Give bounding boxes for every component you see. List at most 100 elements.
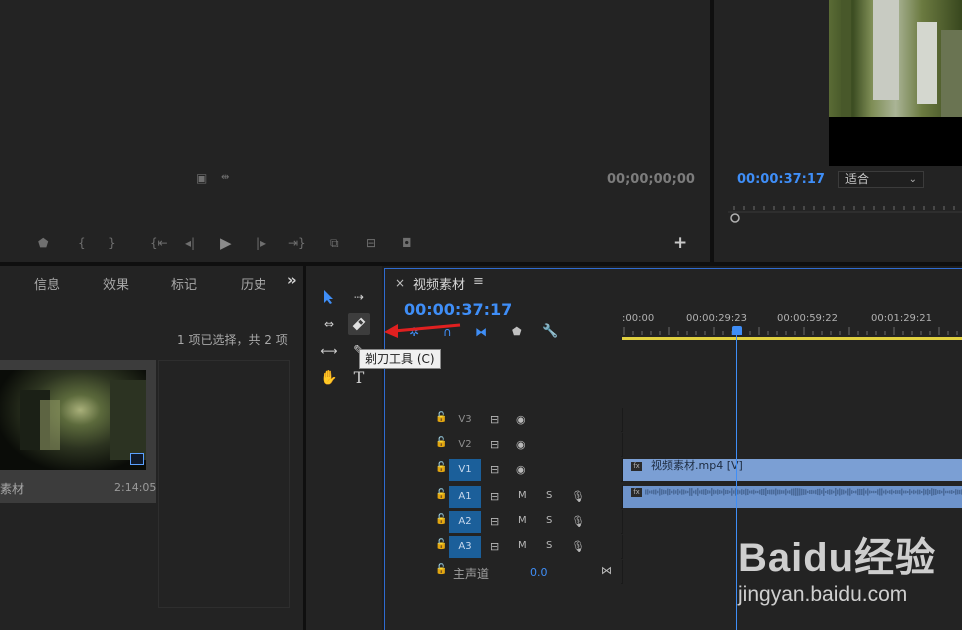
go-to-out-icon[interactable]: ⇥} (288, 236, 306, 250)
sync-lock-icon[interactable]: ⊟ (490, 438, 499, 451)
chevron-down-icon: ⌄ (908, 174, 917, 185)
watermark-sub: jingyan.baidu.com (738, 583, 908, 606)
timeline-timecode[interactable]: 00:00:37:17 (404, 300, 512, 319)
eye-icon[interactable]: ◉ (516, 463, 526, 476)
track-label[interactable]: V1 (449, 459, 481, 481)
lock-icon[interactable]: 🔓 (435, 515, 447, 525)
panel-overflow-button[interactable]: » (287, 271, 297, 289)
solo-button[interactable]: S (546, 490, 552, 501)
tab-effects[interactable]: 效果 (103, 274, 129, 293)
lock-icon[interactable]: 🔓 (435, 565, 447, 575)
mute-button[interactable]: M (518, 490, 527, 501)
microphone-icon[interactable]: 🎙 (571, 540, 585, 553)
source-monitor-panel: ▣ ⇹ 00;00;00;00 ⬟ { } {⇤ ◂| ▶ |▸ ⇥} ⧉ ⊟ … (0, 0, 710, 262)
program-monitor-panel: 00:00:37:17 适合 ⌄ (714, 0, 962, 262)
add-button[interactable]: + (673, 233, 687, 253)
tab-markers[interactable]: 标记 (171, 274, 197, 293)
bin-area[interactable] (158, 360, 290, 608)
program-timecode[interactable]: 00:00:37:17 (737, 172, 825, 187)
hand-tool[interactable]: ✋ (318, 367, 340, 389)
microphone-icon[interactable]: 🎙 (571, 515, 585, 528)
mark-out-icon[interactable]: } (108, 236, 116, 250)
mute-button[interactable]: M (518, 540, 527, 551)
lock-icon[interactable]: 🔓 (435, 490, 447, 500)
sync-lock-icon[interactable]: ⊟ (490, 540, 499, 553)
tab-history[interactable]: 历史 (241, 274, 265, 293)
track-lane[interactable] (622, 433, 962, 457)
track-lane[interactable] (622, 408, 962, 432)
step-forward-icon[interactable]: |▸ (256, 236, 266, 250)
track-header[interactable]: 🔓 A1 ⊟ M S 🎙 (385, 485, 621, 509)
solo-button[interactable]: S (546, 515, 552, 526)
add-marker-icon[interactable]: ⬟ (512, 325, 522, 338)
linked-selection-icon[interactable]: ⧓ (475, 325, 487, 339)
video-clip[interactable]: fx 视频素材.mp4 [V] (623, 459, 962, 481)
clip-duration: 2:14:05 (114, 481, 157, 494)
insert-clip-icon[interactable]: ⧉ (330, 236, 339, 251)
track-header[interactable]: 🔓 V1 ⊟ ◉ (385, 458, 621, 482)
selection-tool[interactable] (318, 286, 340, 308)
sync-lock-icon[interactable]: ⊟ (490, 413, 499, 426)
lock-icon[interactable]: 🔓 (435, 438, 447, 448)
tools-panel: ⇢ ⇔ ⟷ ✎ ✋ T (306, 266, 382, 630)
time-ruler[interactable]: :00:00 00:00:29:23 00:00:59:22 00:01:29:… (622, 305, 962, 341)
track-lane[interactable]: fx 视频素材.mp4 [V] (622, 458, 962, 482)
clip-thumbnail-card[interactable]: 素材 2:14:05 (0, 360, 156, 503)
sync-lock-icon[interactable]: ⊟ (490, 490, 499, 503)
wrench-icon[interactable]: 🔧 (542, 324, 558, 339)
track-label[interactable]: A2 (449, 511, 481, 533)
track-label[interactable]: A1 (449, 486, 481, 508)
sync-lock-icon[interactable]: ⊟ (490, 515, 499, 528)
program-scrub-ruler[interactable] (728, 198, 962, 228)
fit-dropdown[interactable]: 适合 ⌄ (838, 171, 924, 188)
track-label[interactable]: V3 (449, 409, 481, 431)
mark-in-icon[interactable]: { (78, 236, 86, 250)
track-header-spacer (385, 383, 621, 407)
close-icon[interactable]: × (395, 276, 405, 290)
audio-clip[interactable]: fx (623, 486, 962, 508)
audio-waveform (645, 488, 962, 496)
microphone-icon[interactable]: 🎙 (571, 490, 585, 503)
sync-lock-icon[interactable]: ⊟ (490, 463, 499, 476)
track-label[interactable]: V2 (449, 434, 481, 456)
lock-icon[interactable]: 🔓 (435, 463, 447, 473)
track-select-tool[interactable]: ⇢ (348, 286, 370, 308)
insert-icon[interactable]: ⇹ (221, 172, 229, 183)
export-frame-icon[interactable]: ▣ (196, 171, 207, 185)
lock-icon[interactable]: 🔓 (435, 540, 447, 550)
track-header[interactable]: 🔓 A2 ⊟ M S 🎙 (385, 510, 621, 534)
type-tool[interactable]: T (348, 367, 370, 389)
razor-tool[interactable] (348, 313, 370, 335)
overwrite-clip-icon[interactable]: ⊟ (366, 236, 376, 250)
mute-button[interactable]: M (518, 515, 527, 526)
eye-icon[interactable]: ◉ (516, 438, 526, 451)
play-icon[interactable]: ▶ (220, 234, 232, 252)
solo-button[interactable]: S (546, 540, 552, 551)
playhead-line[interactable] (736, 329, 737, 630)
slip-tool[interactable]: ⟷ (318, 340, 340, 362)
work-area-bar[interactable] (622, 337, 962, 340)
track-lane[interactable]: fx (622, 485, 962, 509)
razor-icon (352, 317, 366, 331)
eye-icon[interactable]: ◉ (516, 413, 526, 426)
track-header[interactable]: 🔓 主声道 0.0 ⋈ (385, 560, 621, 584)
track-label[interactable]: A3 (449, 536, 481, 558)
add-marker-icon[interactable]: ⬟ (38, 236, 48, 250)
playhead-handle[interactable] (732, 326, 742, 335)
ripple-edit-tool[interactable]: ⇔ (318, 313, 340, 335)
step-back-icon[interactable]: ◂| (185, 236, 195, 250)
camera-icon[interactable]: ◘ (402, 236, 412, 250)
track-header[interactable]: 🔓 A3 ⊟ M S 🎙 (385, 535, 621, 559)
track-header[interactable]: 🔓 V3 ⊟ ◉ (385, 408, 621, 432)
source-timecode[interactable]: 00;00;00;00 (607, 172, 695, 187)
jump-icon[interactable]: ⋈ (601, 564, 612, 577)
track-header[interactable]: 🔓 V2 ⊟ ◉ (385, 433, 621, 457)
master-volume-value[interactable]: 0.0 (530, 566, 548, 579)
tab-info[interactable]: 信息 (34, 274, 60, 293)
scrub-handle (730, 213, 740, 223)
track-row-v1: 🔓 V1 ⊟ ◉ fx 视频素材.mp4 [V] (385, 458, 962, 482)
sequence-tab-title[interactable]: 视频素材 (413, 274, 465, 293)
panel-menu-icon[interactable]: ≡ (473, 274, 484, 289)
go-to-in-icon[interactable]: {⇤ (150, 236, 168, 250)
lock-icon[interactable]: 🔓 (435, 413, 447, 423)
